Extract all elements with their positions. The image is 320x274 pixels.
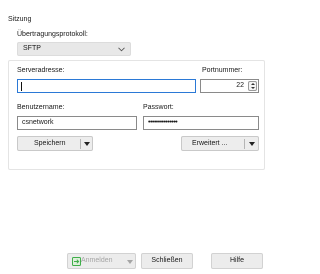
protocol-label: Übertragungsprotokoll:	[17, 31, 88, 38]
login-button-label: Anmelden	[81, 257, 113, 264]
login-dropdown-arrow-icon[interactable]	[127, 260, 133, 264]
spin-down-icon[interactable]	[250, 87, 255, 89]
chevron-down-icon	[118, 47, 125, 52]
advanced-button-label: Erweitert ...	[192, 140, 228, 147]
port-spinner[interactable]	[248, 81, 257, 91]
save-button-label: Speichern	[34, 140, 66, 147]
password-label: Passwort:	[143, 104, 174, 111]
password-mask: •••••••••••••••	[148, 119, 178, 126]
close-button[interactable]: Schließen	[141, 253, 193, 269]
protocol-value: SFTP	[23, 45, 41, 52]
port-label: Portnummer:	[202, 67, 243, 74]
username-input[interactable]: csnetwork	[17, 116, 137, 130]
login-icon	[72, 257, 81, 266]
spin-up-icon[interactable]	[250, 83, 255, 85]
help-button[interactable]: Hilfe	[211, 253, 263, 269]
username-label: Benutzername:	[17, 104, 65, 111]
port-value: 22	[236, 82, 244, 89]
server-address-label: Serveradresse:	[17, 67, 65, 74]
text-cursor	[21, 82, 22, 91]
save-dropdown-arrow-icon[interactable]	[84, 142, 90, 146]
advanced-dropdown-arrow-icon[interactable]	[249, 142, 255, 146]
session-group	[8, 60, 265, 170]
password-input[interactable]: •••••••••••••••	[143, 116, 259, 130]
section-title: Sitzung	[8, 16, 32, 23]
login-button[interactable]: Anmelden	[67, 253, 136, 269]
advanced-button[interactable]: Erweitert ...	[181, 136, 259, 151]
port-input[interactable]: 22	[200, 79, 259, 93]
protocol-select[interactable]: SFTP	[17, 42, 131, 56]
close-button-label: Schließen	[151, 257, 183, 264]
split-separator	[244, 139, 245, 149]
save-button[interactable]: Speichern	[17, 136, 93, 151]
split-separator	[80, 139, 81, 149]
username-value: csnetwork	[22, 119, 54, 126]
help-button-label: Hilfe	[229, 257, 244, 264]
server-address-input[interactable]	[17, 79, 196, 93]
